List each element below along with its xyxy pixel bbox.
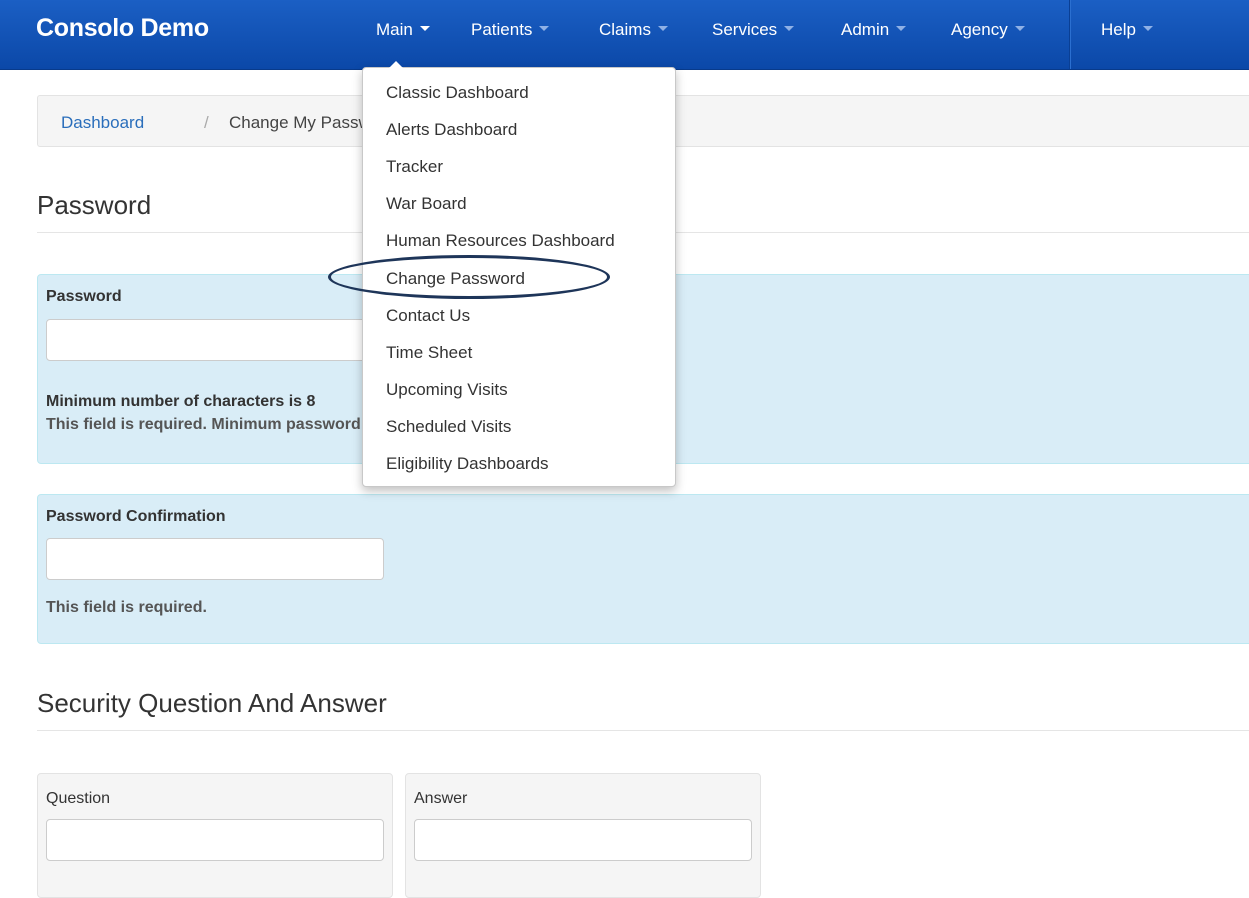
chevron-down-icon (419, 26, 430, 32)
breadcrumb-separator: / (204, 113, 209, 132)
chevron-down-icon (784, 26, 795, 32)
menu-item-contact-us[interactable]: Contact Us (386, 306, 470, 326)
answer-input[interactable] (414, 819, 752, 861)
password-confirmation-required-message: This field is required. (46, 599, 207, 616)
password-confirmation-panel: Password Confirmation This field is requ… (37, 494, 1249, 644)
password-section-title: Password (37, 190, 152, 220)
nav-claims-label: Claims (599, 20, 651, 39)
menu-item-tracker[interactable]: Tracker (386, 157, 443, 177)
nav-main-label: Main (376, 20, 413, 39)
security-section-title: Security Question And Answer (37, 688, 387, 718)
menu-item-eligibility-dashboards[interactable]: Eligibility Dashboards (386, 454, 549, 474)
menu-item-upcoming-visits[interactable]: Upcoming Visits (386, 380, 508, 400)
chevron-down-icon (1142, 26, 1153, 32)
highlight-ring-annotation (328, 255, 610, 299)
question-label: Question (46, 790, 111, 807)
chevron-down-icon (539, 26, 550, 32)
menu-item-human-resources-dashboard[interactable]: Human Resources Dashboard (386, 231, 615, 251)
dropdown-arrow (389, 61, 403, 68)
question-input[interactable] (46, 819, 384, 861)
nav-admin-label: Admin (841, 20, 890, 39)
password-input[interactable] (46, 319, 384, 361)
nav-divider (1069, 0, 1070, 69)
section-divider (37, 730, 1249, 731)
nav-claims[interactable]: Claims (599, 20, 668, 40)
nav-patients-label: Patients (471, 20, 533, 39)
chevron-down-icon (1014, 26, 1025, 32)
nav-agency[interactable]: Agency (951, 20, 1025, 40)
breadcrumb-dashboard-link[interactable]: Dashboard (61, 113, 144, 133)
answer-label: Answer (414, 790, 468, 807)
answer-box: Answer (405, 773, 761, 898)
nav-main[interactable]: Main (376, 20, 430, 40)
menu-item-alerts-dashboard[interactable]: Alerts Dashboard (386, 120, 517, 140)
nav-services[interactable]: Services (712, 20, 795, 40)
nav-help-label: Help (1101, 20, 1136, 39)
nav-patients[interactable]: Patients (471, 20, 550, 40)
chevron-down-icon (657, 26, 668, 32)
menu-item-war-board[interactable]: War Board (386, 194, 467, 214)
password-confirmation-label: Password Confirmation (46, 508, 226, 525)
nav-services-label: Services (712, 20, 778, 39)
password-label: Password (46, 288, 122, 305)
top-navbar: Consolo Demo Main Patients Claims Servic… (0, 0, 1249, 70)
question-box: Question (37, 773, 393, 898)
chevron-down-icon (896, 26, 907, 32)
nav-help[interactable]: Help (1101, 20, 1153, 40)
brand-logo[interactable]: Consolo Demo (36, 14, 209, 43)
menu-item-classic-dashboard[interactable]: Classic Dashboard (386, 83, 529, 103)
nav-agency-label: Agency (951, 20, 1008, 39)
nav-admin[interactable]: Admin (841, 20, 907, 40)
menu-item-scheduled-visits[interactable]: Scheduled Visits (386, 417, 511, 437)
password-min-length-note: Minimum number of characters is 8 (46, 393, 316, 410)
menu-item-time-sheet[interactable]: Time Sheet (386, 343, 472, 363)
password-confirmation-input[interactable] (46, 538, 384, 580)
